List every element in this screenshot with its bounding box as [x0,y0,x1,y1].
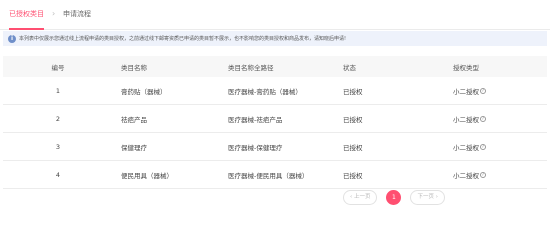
row-id: 4 [55,170,61,179]
row-category-path: 医疗器械-保健理疗 [228,143,283,152]
auth-type-label: 小二授权 [453,115,479,124]
table-row: 4 便民用具（器械） 医疗器械-便民用具（器械） 已授权 小二授权 ? [3,161,547,189]
auth-type-label: 小二授权 [453,143,479,152]
row-category-name: 保健理疗 [121,143,147,152]
row-category-name: 便民用具（器械） [121,171,173,180]
tab-separator: › [52,9,56,18]
row-category-path: 医疗器械-便民用具（器械） [228,171,309,180]
table-row: 2 祛疤产品 医疗器械-祛疤产品 已授权 小二授权 ? [3,105,547,133]
prev-page-button[interactable]: ‹ 上一页 [343,190,378,205]
header-auth-type: 授权类型 [453,63,479,72]
page-number-current[interactable]: 1 [386,190,402,205]
header-id: 编号 [51,63,65,72]
question-circle-icon[interactable]: ? [480,171,486,178]
row-category-path: 医疗器械-祛疤产品 [228,115,283,124]
header-category-name: 类目名称 [121,63,147,72]
notice-bar: i 本列表中仅展示您通过线上流程申请的类目授权，之前通过线下邮寄资质已申请的类目… [3,31,547,46]
header-status: 状态 [343,63,356,72]
next-page-button[interactable]: 下一页 › [410,190,445,205]
row-status: 已授权 [343,143,363,152]
tab-bar: 已授权类目 › 申请流程 [0,0,550,30]
row-auth-type: 小二授权 ? [453,133,486,160]
row-status: 已授权 [343,115,363,124]
category-table: 编号 类目名称 类目名称全路径 状态 授权类型 1 膏药贴（器械） 医疗器械-膏… [3,56,547,189]
row-auth-type: 小二授权 ? [453,105,486,132]
info-icon: i [8,34,16,43]
row-id: 1 [55,86,61,95]
tab-application-process[interactable]: 申请流程 [63,9,91,19]
row-category-name: 膏药贴（器械） [121,87,167,96]
tab-authorized-categories[interactable]: 已授权类目 [9,9,44,30]
auth-type-label: 小二授权 [453,171,479,180]
notice-text: 本列表中仅展示您通过线上流程申请的类目授权，之前通过线下邮寄资质已申请的类目暂不… [19,35,347,42]
row-status: 已授权 [343,87,363,96]
question-circle-icon[interactable]: ? [480,115,486,122]
row-category-name: 祛疤产品 [121,115,147,124]
pagination: ‹ 上一页 1 下一页 › [343,189,445,206]
table-row: 1 膏药贴（器械） 医疗器械-膏药贴（器械） 已授权 小二授权 ? [3,77,547,105]
auth-type-label: 小二授权 [453,87,479,96]
header-category-path: 类目名称全路径 [228,63,274,72]
question-circle-icon[interactable]: ? [480,87,486,94]
row-auth-type: 小二授权 ? [453,161,486,188]
row-category-path: 医疗器械-膏药贴（器械） [228,87,302,96]
table-header: 编号 类目名称 类目名称全路径 状态 授权类型 [3,56,547,77]
question-circle-icon[interactable]: ? [480,143,486,150]
row-id: 2 [55,114,61,123]
row-status: 已授权 [343,171,363,180]
row-id: 3 [55,142,61,151]
row-auth-type: 小二授权 ? [453,77,486,104]
table-row: 3 保健理疗 医疗器械-保健理疗 已授权 小二授权 ? [3,133,547,161]
